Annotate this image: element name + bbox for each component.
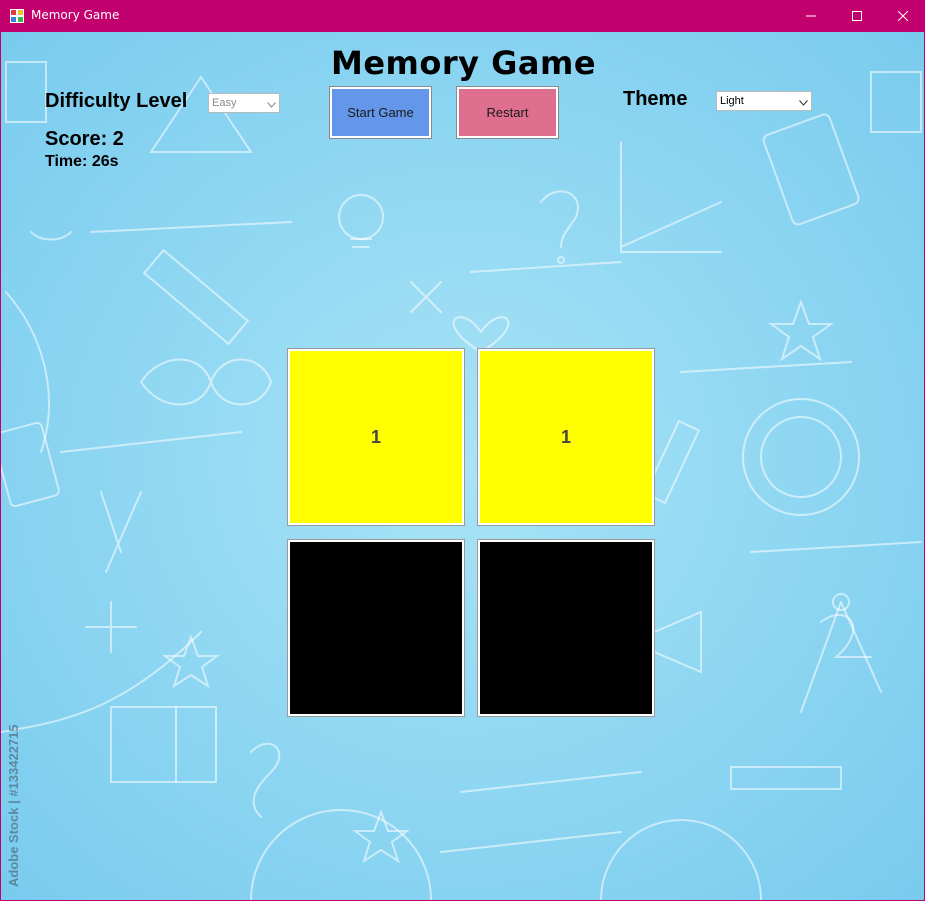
start-game-button[interactable]: Start Game	[329, 86, 432, 139]
stock-watermark: Adobe Stock | #133422715	[6, 724, 21, 887]
minimize-icon	[806, 11, 816, 21]
app-grid-icon	[10, 9, 24, 23]
maximize-button[interactable]	[834, 0, 880, 32]
difficulty-select[interactable]: Easy	[208, 93, 280, 113]
memory-card[interactable]	[477, 539, 655, 717]
theme-select[interactable]: Light	[716, 91, 812, 111]
close-icon	[898, 11, 908, 21]
restart-button[interactable]: Restart	[456, 86, 559, 139]
chevron-down-icon	[267, 99, 276, 111]
theme-label: Theme	[623, 88, 688, 110]
memory-card[interactable]	[287, 539, 465, 717]
difficulty-select-value: Easy	[212, 97, 237, 109]
chevron-down-icon	[799, 97, 808, 109]
memory-card[interactable]: 1	[287, 348, 465, 526]
score-label: Score: 2	[45, 128, 124, 150]
game-window-client: Memory Game Difficulty Level Easy Score:…	[1, 32, 924, 900]
window-title: Memory Game	[31, 8, 120, 22]
difficulty-label: Difficulty Level	[45, 90, 188, 112]
time-label: Time: 26s	[45, 153, 119, 170]
maximize-icon	[852, 11, 862, 21]
close-button[interactable]	[880, 0, 925, 32]
memory-card[interactable]: 1	[477, 348, 655, 526]
title-bar: Memory Game	[0, 0, 925, 32]
game-heading: Memory Game	[331, 44, 597, 82]
theme-select-value: Light	[720, 95, 744, 107]
minimize-button[interactable]	[788, 0, 834, 32]
